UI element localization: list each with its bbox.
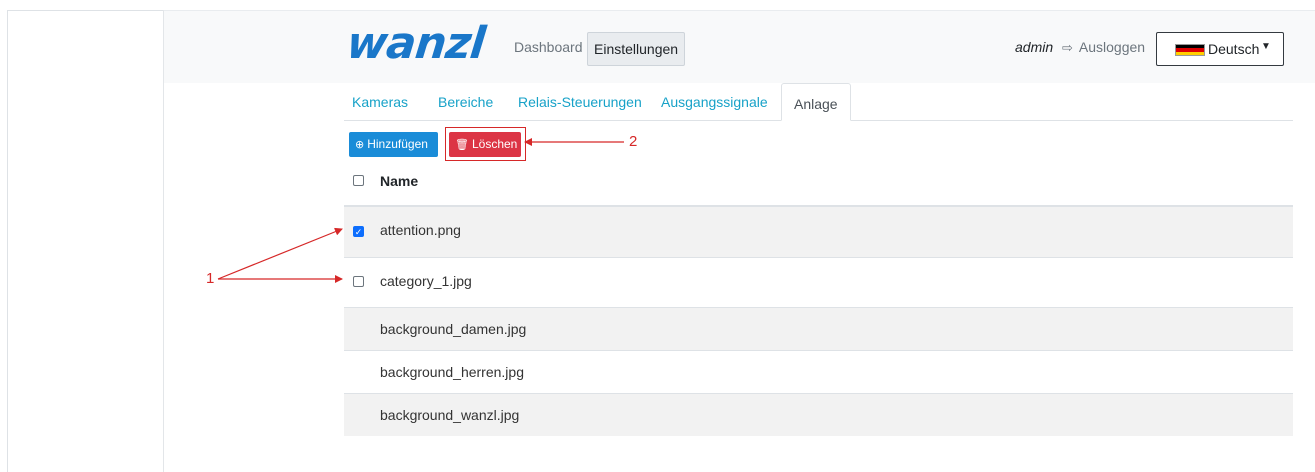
callout-label-2: 2 <box>629 133 638 150</box>
callout-label-1: 1 <box>206 270 215 287</box>
annotation-arrows <box>217 138 624 283</box>
